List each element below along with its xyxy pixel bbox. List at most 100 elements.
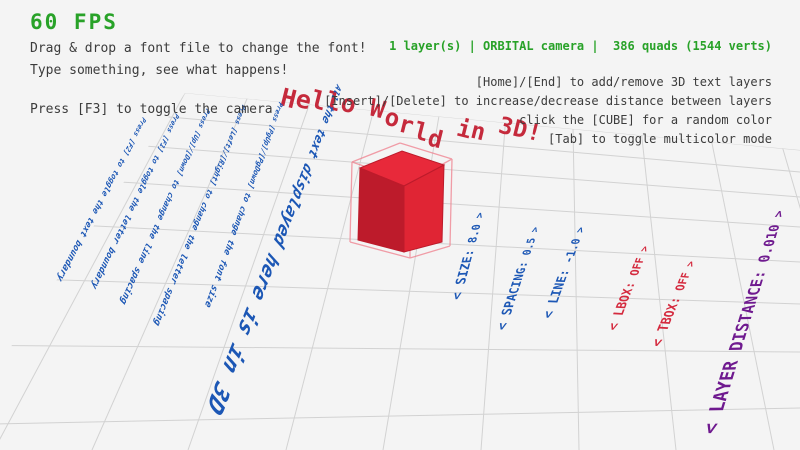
glyph: 0 [471, 224, 484, 231]
glyph: : [517, 262, 530, 268]
glyph: . [568, 244, 581, 250]
glyph: 0 [758, 254, 775, 262]
glyph: < [450, 292, 466, 300]
glyph: 0 [767, 224, 782, 231]
glyph [754, 262, 771, 270]
glyph: : [463, 249, 477, 256]
glyph [636, 251, 649, 257]
cube-wire-edge[interactable] [450, 159, 452, 246]
glyph: < [495, 323, 511, 330]
glyph: > [530, 227, 542, 232]
top-left-help: Drag & drop a font file to change the fo… [30, 40, 367, 123]
glyph: L [546, 296, 562, 304]
help-line: [Tab] to toggle multicolor mode [324, 131, 772, 147]
glyph: : [668, 297, 683, 304]
glyph: F [680, 272, 694, 279]
fps-counter: 60 FPS [30, 8, 118, 36]
glyph [626, 275, 640, 282]
glyph: > [475, 212, 487, 218]
glyph: > [685, 261, 698, 267]
glyph: N [512, 274, 526, 281]
glyph: O [674, 284, 688, 291]
help-line: Drag & drop a font file to change the fo… [30, 40, 367, 58]
glyph: A [740, 304, 759, 313]
glyph: 1 [565, 250, 579, 257]
glyph: < [650, 338, 667, 347]
glyph: E [461, 256, 475, 264]
glyph: S [500, 308, 515, 315]
glyph: O [662, 310, 678, 318]
glyph: F [677, 278, 691, 285]
glyph: E [555, 276, 570, 283]
glyph: 1 [766, 232, 782, 240]
glyph: - [562, 257, 576, 264]
glyph: L [708, 401, 731, 412]
glyph: B [659, 317, 675, 325]
help-line: [Home]/[End] to add/remove 3D text layer… [324, 74, 772, 90]
glyph [519, 255, 532, 261]
glyph: F [631, 263, 645, 270]
glyph: R [721, 361, 742, 371]
glyph: > [771, 210, 786, 217]
glyph: P [502, 301, 517, 308]
glyph: I [730, 332, 750, 342]
glyph: : [752, 270, 770, 278]
glyph: F [634, 257, 647, 263]
glyph [560, 263, 574, 270]
glyph: 0 [762, 239, 778, 247]
glyph: T [657, 324, 673, 332]
glyph: T [736, 313, 755, 322]
glyph [653, 331, 670, 339]
help-line: [Insert]/[Delete] to increase/decrease d… [324, 93, 772, 109]
glyph: L [612, 308, 628, 316]
glyph: O [617, 295, 632, 302]
app-window: { "hud": { "fps": "60 FPS", "top_left_li… [0, 0, 800, 450]
glyph: C [745, 287, 763, 296]
glyph: . [760, 247, 777, 255]
glyph: G [514, 268, 528, 274]
glyph [472, 218, 484, 225]
glyph [498, 315, 514, 322]
glyph: A [504, 294, 519, 301]
cube[interactable] [358, 151, 444, 252]
glyph [769, 217, 784, 224]
help-line: Press [F3] to toggle the camera [30, 101, 367, 119]
status-line: 1 layer(s) | ORBITAL camera | 386 quads … [324, 38, 772, 54]
glyph [704, 412, 727, 423]
glyph: S [733, 322, 753, 332]
glyph [453, 284, 468, 292]
glyph: < [606, 323, 622, 331]
glyph: : [623, 282, 638, 289]
glyph: E [718, 371, 739, 381]
glyph [464, 243, 478, 250]
glyph: 5 [526, 238, 538, 244]
grid-line [0, 408, 800, 425]
glyph: : [557, 269, 572, 276]
glyph: O [628, 269, 642, 276]
glyph: 0 [570, 238, 583, 244]
glyph [610, 316, 626, 324]
glyph: < [541, 311, 557, 319]
top-right-help: 1 layer(s) | ORBITAL camera | 386 quads … [324, 6, 772, 151]
glyph: . [469, 230, 482, 237]
glyph: 8 [466, 236, 479, 243]
glyph: D [726, 341, 746, 351]
glyph: > [575, 227, 588, 233]
glyph: A [711, 391, 733, 402]
glyph [724, 351, 745, 361]
glyph: Y [714, 381, 736, 392]
glyph: 0 [521, 249, 534, 255]
glyph [682, 266, 695, 273]
glyph [573, 233, 586, 239]
glyph: I [456, 270, 471, 278]
glyph [545, 303, 561, 311]
glyph: I [549, 289, 564, 296]
glyph: E [749, 279, 767, 288]
glyph: S [454, 277, 469, 285]
glyph [528, 232, 540, 238]
glyph: B [614, 302, 630, 310]
glyph: < [700, 423, 723, 434]
help-line: click the [CUBE] for a random color [324, 112, 772, 128]
glyph: N [551, 283, 566, 290]
glyph: X [665, 303, 680, 311]
